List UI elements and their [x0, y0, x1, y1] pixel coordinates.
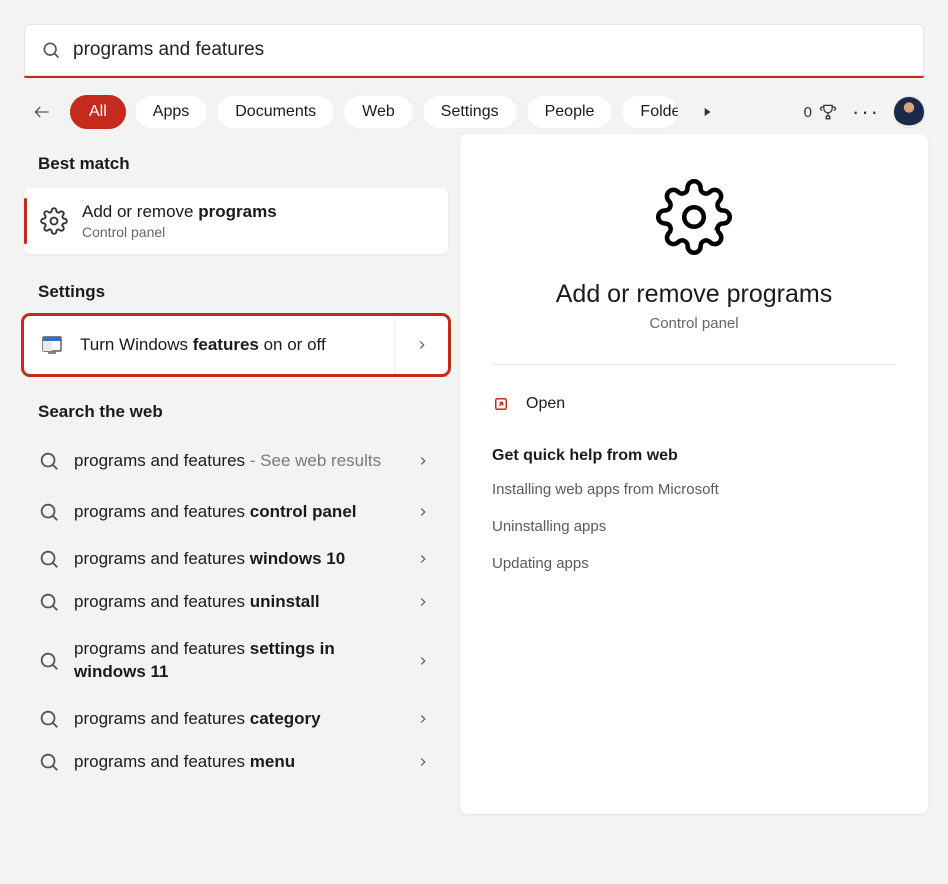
best-match-result[interactable]: Add or remove programs Control panel [24, 188, 448, 254]
best-match-subtitle: Control panel [82, 224, 277, 240]
more-menu-button[interactable]: ··· [848, 94, 884, 130]
divider [492, 364, 896, 365]
preview-panel: Add or remove programs Control panel Ope… [460, 134, 928, 814]
search-icon [38, 548, 60, 570]
web-result[interactable]: programs and features windows 10 [24, 538, 448, 581]
search-icon [38, 591, 60, 613]
search-icon [38, 501, 60, 523]
search-box[interactable] [24, 24, 924, 76]
web-result-text: programs and features uninstall [74, 591, 392, 614]
search-icon [38, 650, 60, 672]
search-underline [24, 76, 924, 78]
web-result-text: programs and features windows 10 [74, 548, 392, 571]
help-link[interactable]: Updating apps [492, 555, 896, 572]
open-action[interactable]: Open [492, 389, 896, 419]
tab-people[interactable]: People [526, 95, 614, 129]
web-result[interactable]: programs and features uninstall [24, 581, 448, 624]
tab-web[interactable]: Web [343, 95, 414, 129]
settings-result-label: Turn Windows features on or off [80, 335, 394, 355]
section-settings: Settings [38, 282, 448, 302]
scroll-tabs-right-button[interactable] [689, 94, 725, 130]
web-result-text: programs and features category [74, 708, 392, 731]
web-result[interactable]: programs and features category [24, 698, 448, 741]
settings-result-windows-features[interactable]: Turn Windows features on or off [24, 316, 448, 374]
web-result-text: programs and features - See web results [74, 450, 392, 473]
chevron-right-icon [406, 755, 440, 769]
web-result[interactable]: programs and features - See web results [24, 436, 448, 487]
web-result[interactable]: programs and features menu [24, 741, 448, 784]
tab-apps[interactable]: Apps [134, 95, 208, 129]
tab-folders[interactable]: Folders [621, 95, 679, 129]
help-link[interactable]: Uninstalling apps [492, 518, 896, 535]
chevron-right-icon [406, 505, 440, 519]
tab-documents[interactable]: Documents [216, 95, 335, 129]
back-button[interactable] [24, 94, 60, 130]
user-avatar[interactable] [894, 97, 924, 127]
preview-gear-icon [492, 178, 896, 256]
search-icon [38, 708, 60, 730]
selection-accent [24, 198, 27, 244]
chevron-right-icon [406, 712, 440, 726]
help-links: Installing web apps from Microsoft Uninst… [492, 481, 896, 572]
chevron-right-icon [406, 654, 440, 668]
best-match-title: Add or remove programs [82, 202, 277, 222]
chevron-right-icon [406, 552, 440, 566]
help-link[interactable]: Installing web apps from Microsoft [492, 481, 896, 498]
web-result[interactable]: programs and features control panel [24, 487, 448, 538]
search-bar [24, 24, 924, 78]
windows-features-icon [24, 333, 80, 357]
search-icon [38, 450, 60, 472]
web-result-text: programs and features menu [74, 751, 392, 774]
web-result-text: programs and features settings in window… [74, 638, 392, 684]
section-best-match: Best match [38, 154, 448, 174]
search-input[interactable] [73, 39, 907, 61]
trophy-icon [818, 102, 838, 122]
open-label: Open [526, 395, 565, 413]
preview-title: Add or remove programs [492, 280, 896, 309]
web-result-text: programs and features control panel [74, 501, 392, 524]
open-icon [492, 395, 510, 413]
filter-row: All Apps Documents Web Settings People F… [24, 94, 924, 130]
chevron-right-icon [406, 454, 440, 468]
filter-pills: All Apps Documents Web Settings People F… [70, 95, 679, 129]
search-icon [38, 751, 60, 773]
search-icon [41, 40, 61, 60]
web-results-list: programs and features - See web results p… [24, 436, 448, 784]
gear-icon [40, 207, 68, 235]
expand-button[interactable] [394, 316, 448, 374]
tab-settings[interactable]: Settings [422, 95, 518, 129]
help-title: Get quick help from web [492, 447, 896, 465]
preview-subtitle: Control panel [492, 315, 896, 332]
tab-all[interactable]: All [70, 95, 126, 129]
web-result[interactable]: programs and features settings in window… [24, 624, 448, 698]
rewards-points[interactable]: 0 [804, 102, 838, 122]
section-search-web: Search the web [38, 402, 448, 422]
points-count: 0 [804, 104, 812, 121]
chevron-right-icon [406, 595, 440, 609]
